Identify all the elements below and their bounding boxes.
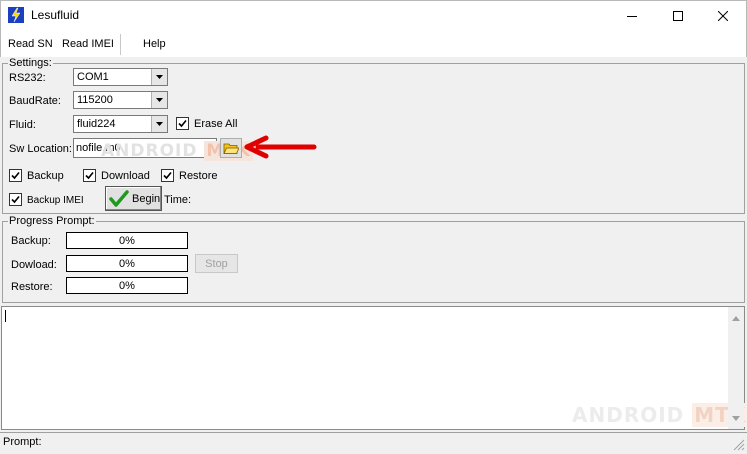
- download-progress-value: 0%: [119, 257, 135, 270]
- rs232-value: COM1: [77, 71, 109, 83]
- scroll-up-icon[interactable]: [732, 312, 740, 324]
- resize-grip-icon[interactable]: [731, 437, 745, 451]
- minimize-button[interactable]: [609, 0, 655, 31]
- backup-progress-label: Backup:: [11, 235, 51, 247]
- fluid-select[interactable]: fluid224: [73, 115, 168, 133]
- progress-group-title: Progress Prompt:: [8, 215, 96, 227]
- fluid-label: Fluid:: [9, 119, 36, 131]
- begin-label: Begin: [132, 192, 161, 205]
- scroll-down-icon[interactable]: [732, 412, 740, 424]
- settings-group-title: Settings:: [8, 57, 53, 69]
- log-scrollbar[interactable]: [728, 307, 744, 429]
- chevron-down-icon[interactable]: [151, 69, 167, 85]
- restore-label: Restore: [179, 170, 218, 182]
- window-title: Lesufluid: [31, 8, 80, 22]
- prompt-label: Prompt:: [3, 436, 42, 448]
- stop-button[interactable]: Stop: [195, 254, 238, 273]
- rs232-label: RS232:: [9, 72, 46, 84]
- menu-help[interactable]: Help: [143, 38, 166, 50]
- backup-label: Backup: [27, 170, 64, 182]
- sw-location-label: Sw Location:: [9, 143, 72, 155]
- menu-read-imei[interactable]: Read IMEI: [62, 38, 114, 50]
- checkmark-icon: [85, 171, 94, 180]
- backup-checkbox[interactable]: [9, 169, 22, 182]
- chevron-down-icon[interactable]: [151, 116, 167, 132]
- menu-read-sn[interactable]: Read SN: [8, 38, 53, 50]
- time-label: Time:: [164, 194, 192, 206]
- checkmark-icon: [178, 119, 187, 128]
- red-arrow-icon: [244, 135, 318, 159]
- green-checkmark-icon: [109, 189, 129, 207]
- backup-imei-checkbox[interactable]: [9, 193, 22, 206]
- log-watermark: ANDROID MTK: [572, 403, 747, 427]
- text-cursor: [5, 310, 6, 322]
- download-label: Download: [101, 170, 150, 182]
- restore-progress-bar: 0%: [66, 277, 188, 294]
- baudrate-select[interactable]: 115200: [73, 91, 168, 109]
- download-progress-bar: 0%: [66, 255, 188, 272]
- checkmark-icon: [163, 171, 172, 180]
- download-checkbox[interactable]: [83, 169, 96, 182]
- minimize-icon: [627, 15, 637, 17]
- erase-all-checkbox[interactable]: [176, 117, 189, 130]
- maximize-button[interactable]: [655, 0, 701, 31]
- chevron-down-icon[interactable]: [151, 92, 167, 108]
- status-bar: [0, 432, 747, 452]
- close-icon: [718, 10, 728, 21]
- backup-progress-bar: 0%: [66, 232, 188, 249]
- checkmark-icon: [11, 171, 20, 180]
- rs232-select[interactable]: COM1: [73, 68, 168, 86]
- close-button[interactable]: [700, 0, 746, 31]
- menu-separator: [120, 34, 121, 55]
- lightning-bolt-icon: [8, 7, 24, 23]
- browse-button[interactable]: [220, 138, 242, 158]
- baudrate-value: 115200: [77, 94, 113, 106]
- download-progress-label: Dowload:: [11, 259, 57, 271]
- fluid-value: fluid224: [77, 118, 116, 130]
- erase-all-label: Erase All: [194, 118, 238, 130]
- begin-button[interactable]: Begin: [105, 186, 162, 211]
- backup-imei-label: Backup IMEI: [27, 195, 84, 206]
- baudrate-label: BaudRate:: [9, 95, 61, 107]
- stop-label: Stop: [205, 257, 228, 270]
- restore-progress-label: Restore:: [11, 281, 53, 293]
- restore-checkbox[interactable]: [161, 169, 174, 182]
- checkmark-icon: [11, 195, 20, 204]
- restore-progress-value: 0%: [119, 279, 135, 292]
- maximize-icon: [673, 10, 683, 21]
- backup-progress-value: 0%: [119, 234, 135, 247]
- folder-open-icon: [223, 143, 239, 154]
